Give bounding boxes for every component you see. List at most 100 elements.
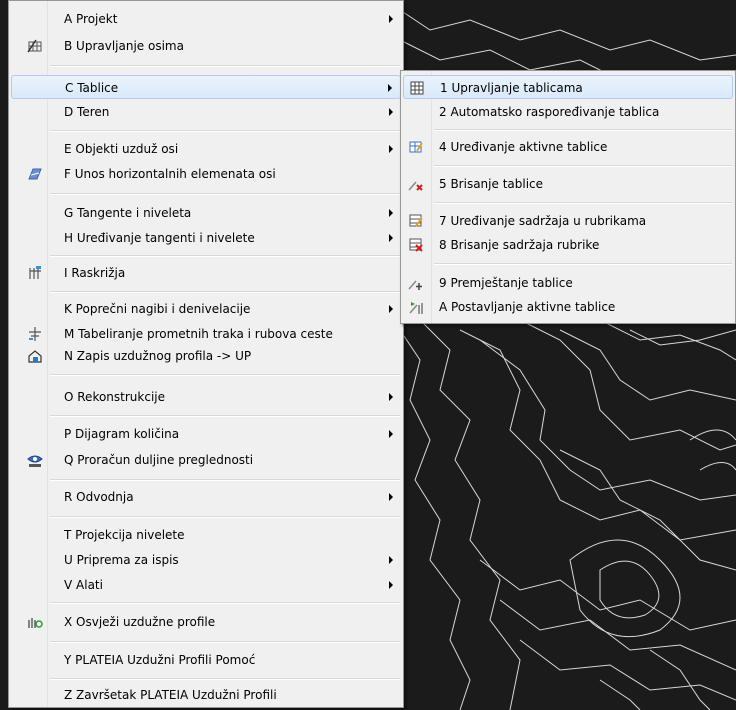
main-context-menu: A Projekt B Upravljanje osima C Tablice … xyxy=(8,0,404,708)
menu-separator xyxy=(50,374,400,376)
profile-record-icon xyxy=(27,348,43,364)
menu-item-p-dijagram-kolicina[interactable]: P Dijagram količina xyxy=(11,422,401,446)
menu-separator xyxy=(50,130,400,132)
menu-item-label: H Uređivanje tangenti i nivelete xyxy=(64,231,255,245)
menu-item-m-tabeliranje-prometnih-traka[interactable]: M Tabeliranje prometnih traka i rubova c… xyxy=(11,322,401,346)
submenu-arrow-icon xyxy=(389,145,393,153)
menu-item-e-objekti-uzduz-osi[interactable]: E Objekti uzduž osi xyxy=(11,137,401,161)
submenu-arrow-icon xyxy=(389,581,393,589)
menu-separator xyxy=(50,193,400,195)
menu-item-label: F Unos horizontalnih elemenata osi xyxy=(64,167,276,181)
menu-item-label: Z Završetak PLATEIA Uzdužni Profili xyxy=(64,688,277,702)
submenu-item-automatsko-rasporedivanje[interactable]: 2 Automatsko raspoređivanje tablica xyxy=(403,100,733,124)
menu-item-a-projekt[interactable]: A Projekt xyxy=(11,7,401,31)
menu-item-label: X Osvježi uzdužne profile xyxy=(64,615,216,629)
menu-item-label: E Objekti uzduž osi xyxy=(64,142,179,156)
lane-table-icon xyxy=(27,326,43,342)
menu-item-label: 8 Brisanje sadržaja rubrike xyxy=(439,238,600,252)
menu-item-label: R Odvodnja xyxy=(64,490,134,504)
menu-separator xyxy=(434,165,732,167)
menu-separator xyxy=(50,602,400,604)
menu-item-label: T Projekcija nivelete xyxy=(64,528,185,542)
menu-separator xyxy=(50,291,400,293)
menu-separator xyxy=(50,415,400,417)
menu-separator xyxy=(50,678,400,680)
submenu-arrow-icon xyxy=(389,108,393,116)
menu-item-c-tablice[interactable]: C Tablice xyxy=(11,75,401,99)
set-active-table-icon xyxy=(408,299,424,315)
menu-separator xyxy=(434,129,732,131)
menu-item-b-upravljanje-osima[interactable]: B Upravljanje osima xyxy=(11,34,401,58)
menu-item-r-odvodnja[interactable]: R Odvodnja xyxy=(11,485,401,509)
menu-item-label: V Alati xyxy=(64,578,103,592)
menu-separator xyxy=(50,479,400,481)
menu-item-o-rekonstrukcije[interactable]: O Rekonstrukcije xyxy=(11,385,401,409)
menu-item-label: 5 Brisanje tablice xyxy=(439,177,544,191)
menu-item-n-zapis-uzduznog-profila[interactable]: N Zapis uzdužnog profila -> UP xyxy=(11,344,401,368)
submenu-item-brisanje-sadrzaja-rubrike[interactable]: 8 Brisanje sadržaja rubrike xyxy=(403,233,733,257)
menu-item-z-zavrsetak-plateia[interactable]: Z Završetak PLATEIA Uzdužni Profili xyxy=(11,683,401,707)
submenu-arrow-icon xyxy=(389,556,393,564)
visibility-length-icon xyxy=(27,452,43,468)
tablice-submenu: 1 Upravljanje tablicama 2 Automatsko ras… xyxy=(400,70,736,324)
submenu-item-brisanje-tablice[interactable]: 5 Brisanje tablice xyxy=(403,172,733,196)
menu-item-t-projekcija-nivelete[interactable]: T Projekcija nivelete xyxy=(11,523,401,547)
menu-item-label: N Zapis uzdužnog profila -> UP xyxy=(64,349,252,363)
menu-item-v-alati[interactable]: V Alati xyxy=(11,573,401,597)
menu-separator xyxy=(50,65,400,67)
submenu-item-premjestanje-tablice[interactable]: 9 Premještanje tablice xyxy=(403,271,733,295)
menu-separator xyxy=(50,641,400,643)
menu-item-h-uredivanje-tangenti[interactable]: H Uređivanje tangenti i nivelete xyxy=(11,226,401,250)
menu-separator xyxy=(434,202,732,204)
menu-item-label: D Teren xyxy=(64,105,110,119)
submenu-item-upravljanje-tablicama[interactable]: 1 Upravljanje tablicama xyxy=(403,75,733,99)
submenu-arrow-icon xyxy=(389,209,393,217)
menu-item-label: Q Proračun duljine preglednosti xyxy=(64,453,254,467)
menu-item-i-raskrizja[interactable]: I Raskrižja xyxy=(11,261,401,285)
submenu-arrow-icon xyxy=(389,393,393,401)
move-table-icon xyxy=(408,275,424,291)
submenu-item-uredivanje-sadrzaja[interactable]: 7 Uređivanje sadržaja u rubrikama xyxy=(403,209,733,233)
menu-item-label: P Dijagram količina xyxy=(64,427,180,441)
submenu-arrow-icon xyxy=(389,305,393,313)
menu-item-label: G Tangente i niveleta xyxy=(64,206,192,220)
submenu-arrow-icon xyxy=(388,84,392,92)
menu-item-label: Y PLATEIA Uzdužni Profili Pomoć xyxy=(64,653,256,667)
menu-item-label: U Priprema za ispis xyxy=(64,553,179,567)
submenu-arrow-icon xyxy=(389,15,393,23)
menu-item-label: K Poprečni nagibi i denivelacije xyxy=(64,302,251,316)
menu-item-k-poprecni-nagibi[interactable]: K Poprečni nagibi i denivelacije xyxy=(11,297,401,321)
menu-item-f-unos-horizontalnih[interactable]: F Unos horizontalnih elemenata osi xyxy=(11,162,401,186)
menu-separator xyxy=(434,263,732,265)
menu-item-label: 7 Uređivanje sadržaja u rubrikama xyxy=(439,214,647,228)
menu-item-label: B Upravljanje osima xyxy=(64,39,184,53)
submenu-item-uredivanje-aktivne-tablice[interactable]: 4 Uređivanje aktivne tablice xyxy=(403,135,733,159)
axis-management-icon xyxy=(27,38,43,54)
intersection-icon xyxy=(27,265,43,281)
table-grid-icon xyxy=(409,80,425,96)
submenu-arrow-icon xyxy=(389,493,393,501)
menu-item-label: I Raskrižja xyxy=(64,266,126,280)
refresh-profiles-icon xyxy=(27,614,43,630)
menu-item-label: 2 Automatsko raspoređivanje tablica xyxy=(439,105,660,119)
submenu-arrow-icon xyxy=(389,234,393,242)
menu-item-label: A Postavljanje aktivne tablice xyxy=(439,300,616,314)
submenu-item-postavljanje-aktivne-tablice[interactable]: A Postavljanje aktivne tablice xyxy=(403,295,733,319)
delete-cells-icon xyxy=(408,237,424,253)
menu-item-label: 9 Premještanje tablice xyxy=(439,276,573,290)
menu-item-label: O Rekonstrukcije xyxy=(64,390,166,404)
edit-cells-icon xyxy=(408,213,424,229)
menu-item-x-osvjezi-uzduzne-profile[interactable]: X Osvježi uzdužne profile xyxy=(11,610,401,634)
menu-item-y-plateia-pomoc[interactable]: Y PLATEIA Uzdužni Profili Pomoć xyxy=(11,648,401,672)
menu-item-label: 4 Uređivanje aktivne tablice xyxy=(439,140,608,154)
menu-item-q-proracun-duljine-preglednosti[interactable]: Q Proračun duljine preglednosti xyxy=(11,448,401,472)
menu-item-label: C Tablice xyxy=(65,81,119,95)
submenu-arrow-icon xyxy=(389,430,393,438)
edit-table-icon xyxy=(408,139,424,155)
menu-separator xyxy=(50,516,400,518)
delete-table-icon xyxy=(408,176,424,192)
horizontal-elements-icon xyxy=(27,166,43,182)
menu-item-g-tangente-i-niveleta[interactable]: G Tangente i niveleta xyxy=(11,201,401,225)
menu-item-u-priprema-za-ispis[interactable]: U Priprema za ispis xyxy=(11,548,401,572)
menu-item-d-teren[interactable]: D Teren xyxy=(11,100,401,124)
